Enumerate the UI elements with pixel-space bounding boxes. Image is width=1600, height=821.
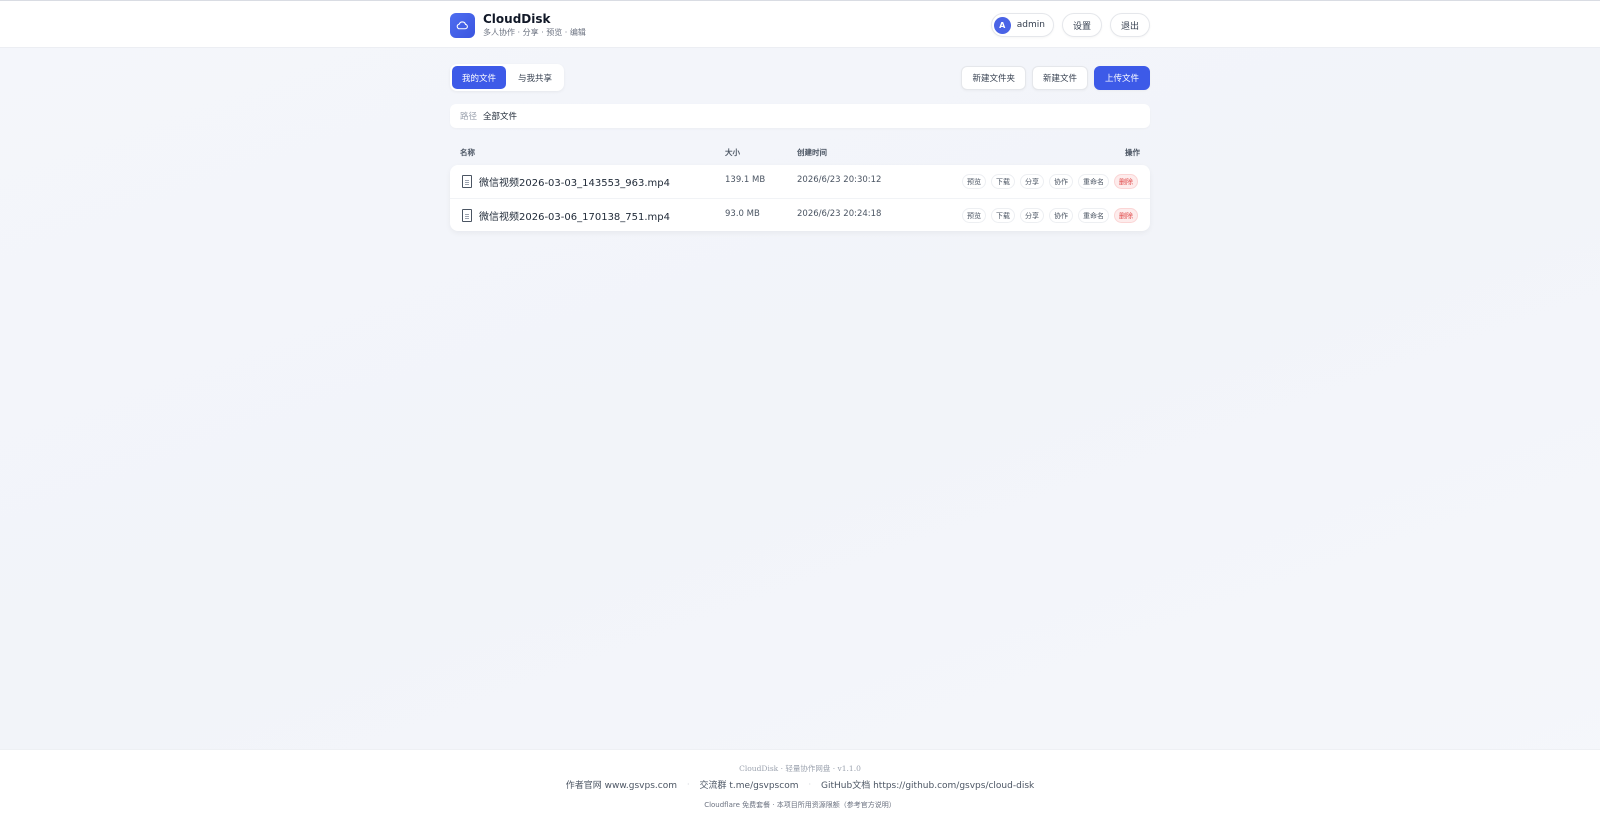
breadcrumb: 路径 全部文件 — [450, 104, 1150, 128]
username: admin — [1016, 20, 1045, 30]
rename-button[interactable]: 重命名 — [1078, 208, 1109, 223]
footer-separator: · — [808, 780, 812, 789]
file-name[interactable]: 微信视频2026-03-06_170138_751.mp4 — [479, 208, 670, 223]
collaborate-button[interactable]: 协作 — [1049, 174, 1073, 189]
file-scope-tabs: 我的文件 与我共享 — [450, 64, 565, 91]
column-size[interactable]: 大小 — [725, 147, 740, 158]
brand[interactable]: CloudDisk 多人协作 · 分享 · 预览 · 编辑 — [450, 12, 586, 38]
delete-button[interactable]: 删除 — [1114, 208, 1138, 223]
settings-button[interactable]: 设置 — [1061, 13, 1102, 37]
file-name[interactable]: 微信视频2026-03-03_143553_963.mp4 — [479, 174, 670, 189]
preview-button[interactable]: 预览 — [962, 208, 986, 223]
footer: CloudDisk · 轻量协作网盘 · v1.1.0 作者官网 www.gsv… — [0, 749, 1600, 821]
row-actions: 预览 下载 分享 协作 重命名 删除 — [962, 208, 1138, 223]
logout-button[interactable]: 退出 — [1109, 13, 1150, 37]
column-actions: 操作 — [1125, 148, 1140, 157]
column-name[interactable]: 名称 — [460, 147, 475, 158]
author-link[interactable]: 作者官网 www.gsvps.com — [566, 778, 677, 791]
file-icon — [462, 175, 472, 188]
file-table: 微信视频2026-03-03_143553_963.mp4 139.1 MB 2… — [450, 165, 1150, 231]
user-area: A admin 设置 退出 — [990, 13, 1150, 37]
share-button[interactable]: 分享 — [1020, 208, 1044, 223]
column-created[interactable]: 创建时间 — [797, 147, 827, 158]
footer-links: 作者官网 www.gsvps.com · 交流群 t.me/gsvpscom ·… — [0, 778, 1600, 791]
delete-button[interactable]: 删除 — [1114, 174, 1138, 189]
upload-file-button[interactable]: 上传文件 — [1093, 66, 1150, 90]
app-subtitle: 多人协作 · 分享 · 预览 · 编辑 — [483, 28, 586, 37]
toolbar-actions: 新建文件夹 新建文件 上传文件 — [961, 66, 1150, 90]
top-navbar: CloudDisk 多人协作 · 分享 · 预览 · 编辑 A admin 设置… — [0, 0, 1600, 48]
group-link[interactable]: 交流群 t.me/gsvpscom — [700, 778, 799, 791]
footer-version: CloudDisk · 轻量协作网盘 · v1.1.0 — [739, 764, 861, 773]
cloud-logo-icon — [450, 12, 475, 38]
app-title: CloudDisk — [483, 12, 551, 26]
row-actions: 预览 下载 分享 协作 重命名 删除 — [962, 174, 1138, 189]
new-file-button[interactable]: 新建文件 — [1031, 66, 1088, 90]
new-folder-button[interactable]: 新建文件夹 — [961, 66, 1026, 90]
table-row[interactable]: 微信视频2026-03-03_143553_963.mp4 139.1 MB 2… — [450, 165, 1150, 198]
download-button[interactable]: 下载 — [991, 208, 1015, 223]
table-row[interactable]: 微信视频2026-03-06_170138_751.mp4 93.0 MB 20… — [450, 198, 1150, 231]
file-size: 139.1 MB — [725, 175, 766, 185]
tab-shared-with-me[interactable]: 与我共享 — [508, 66, 562, 89]
tab-my-files[interactable]: 我的文件 — [452, 66, 507, 89]
path-label: 路径 — [460, 112, 478, 122]
file-created-time: 2026/6/23 20:24:18 — [797, 209, 882, 219]
breadcrumb-root[interactable]: 全部文件 — [483, 110, 517, 122]
file-created-time: 2026/6/23 20:30:12 — [797, 175, 882, 185]
avatar: A — [993, 16, 1011, 34]
rename-button[interactable]: 重命名 — [1078, 174, 1109, 189]
download-button[interactable]: 下载 — [991, 174, 1015, 189]
share-button[interactable]: 分享 — [1020, 174, 1044, 189]
file-icon — [462, 209, 472, 222]
user-menu[interactable]: A admin — [990, 13, 1054, 37]
file-table-header: 名称 大小 创建时间 操作 — [450, 144, 1150, 160]
file-size: 93.0 MB — [725, 209, 760, 219]
footer-notice: Cloudflare 免费套餐 · 本项目所用资源限额（参考官方说明） — [704, 801, 896, 809]
github-link[interactable]: GitHub文档 https://github.com/gsvps/cloud-… — [821, 778, 1034, 791]
preview-button[interactable]: 预览 — [962, 174, 986, 189]
footer-separator: · — [686, 780, 690, 789]
collaborate-button[interactable]: 协作 — [1049, 208, 1073, 223]
